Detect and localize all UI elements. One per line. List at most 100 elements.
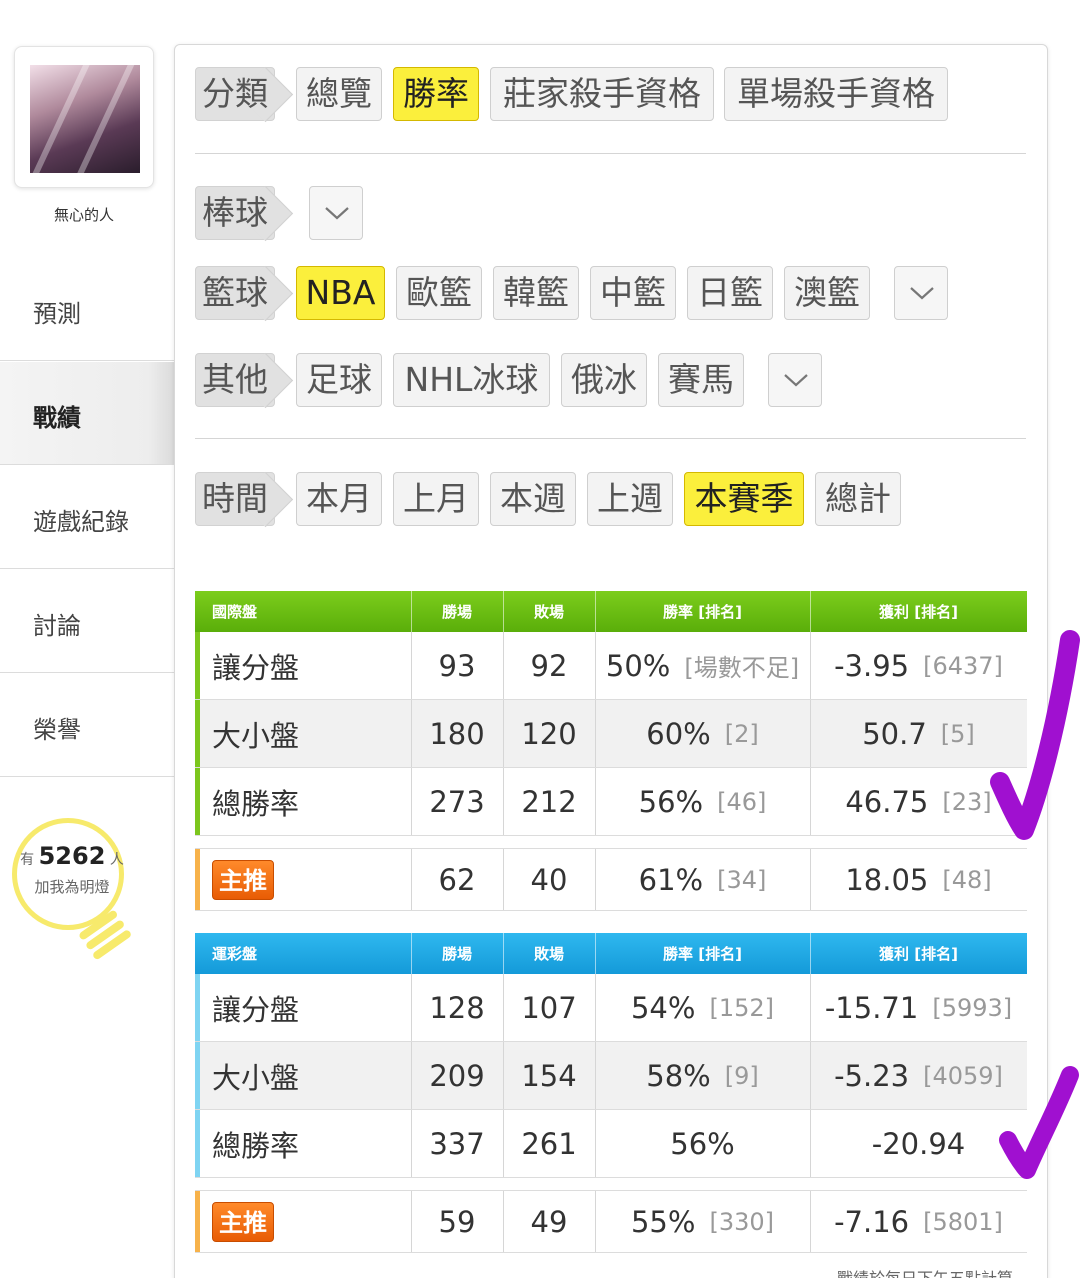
row-label: 讓分盤 — [212, 992, 300, 1027]
profit-value: -7.16 — [834, 1204, 910, 1239]
chip-korea-basketball[interactable]: 韓籃 — [493, 266, 579, 320]
chip-australia-basketball[interactable]: 澳籃 — [784, 266, 870, 320]
table-header: 運彩盤 勝場 敗場 勝率 [排名] 獲利 [排名] — [195, 933, 1027, 974]
light-prefix: 有 — [20, 852, 35, 868]
profit-rank: [23] — [942, 787, 992, 816]
win-rate-value: 56% — [670, 1126, 735, 1161]
nav-item-honor[interactable]: 榮譽 — [0, 674, 175, 777]
profit-cell: 50.7 [5] — [810, 700, 1027, 767]
chip-bookmaker-killer[interactable]: 莊家殺手資格 — [490, 67, 714, 121]
losses-value: 107 — [521, 990, 577, 1025]
chip-this-month[interactable]: 本月 — [296, 472, 382, 526]
profit-value: 50.7 — [862, 716, 927, 751]
win-rate-cell: 54% [152] — [595, 974, 810, 1041]
wins-value: 59 — [438, 1204, 476, 1239]
win-rate-value: 58% — [646, 1058, 711, 1093]
row-label: 大小盤 — [212, 718, 300, 753]
other-dropdown[interactable] — [768, 353, 822, 407]
chip-this-week[interactable]: 本週 — [490, 472, 576, 526]
chip-soccer[interactable]: 足球 — [296, 353, 382, 407]
light-follow-widget[interactable]: 有 5262 人 加我為明燈 — [17, 842, 127, 897]
username[interactable]: 無心的人 — [0, 204, 168, 225]
losses-value: 154 — [521, 1058, 577, 1093]
profit-value: -3.95 — [834, 648, 910, 683]
avatar[interactable] — [30, 65, 140, 173]
wins-value: 273 — [429, 784, 485, 819]
nav-item-label: 戰績 — [33, 404, 81, 432]
divider — [195, 438, 1026, 439]
wins-value: 62 — [438, 862, 476, 897]
profit-rank: [5801] — [923, 1207, 1003, 1236]
chip-euro-basketball[interactable]: 歐籃 — [396, 266, 482, 320]
divider — [195, 153, 1026, 154]
profit-value: -5.23 — [834, 1058, 910, 1093]
baseball-label[interactable]: 棒球 — [195, 186, 275, 240]
nav-item-label: 討論 — [33, 612, 81, 640]
nav-item-game-log[interactable]: 遊戲紀錄 — [0, 466, 175, 569]
win-rate-cell: 58% [9] — [595, 1042, 810, 1109]
featured-row: 主推 62 40 61% [34] 18.05 [48] — [195, 848, 1027, 911]
column-header-win-rate: 勝率 [排名] — [663, 603, 742, 621]
page: 無心的人 預測 戰績 遊戲紀錄 討論 榮譽 有 5262 人 加我為明燈 分類 … — [0, 0, 1080, 1278]
nav-item-record[interactable]: 戰績 — [0, 362, 175, 465]
chevron-down-icon — [784, 374, 808, 387]
table-title: 運彩盤 — [212, 945, 258, 963]
wins-value: 209 — [429, 1058, 485, 1093]
profit-cell: 18.05 [48] — [810, 849, 1027, 910]
basketball-dropdown[interactable] — [894, 266, 948, 320]
column-header-wins: 勝場 — [441, 603, 472, 621]
profit-rank: [5993] — [932, 993, 1013, 1022]
chip-nba[interactable]: NBA — [296, 266, 385, 320]
chip-this-season[interactable]: 本賽季 — [684, 472, 804, 526]
chevron-down-icon — [910, 287, 934, 300]
chip-russian-hockey[interactable]: 俄冰 — [561, 353, 647, 407]
win-rate-rank: [46] — [717, 787, 767, 816]
win-rate-cell: 56% [46] — [595, 768, 810, 835]
win-rate-rank: [152] — [709, 993, 774, 1022]
chip-nhl-hockey[interactable]: NHL冰球 — [393, 353, 550, 407]
table-row: 讓分盤 93 92 50% [場數不足] -3.95 [6437] — [195, 632, 1027, 700]
win-rate-value: 61% — [638, 862, 704, 897]
chevron-down-icon — [325, 207, 349, 220]
chip-last-week[interactable]: 上週 — [587, 472, 673, 526]
nav-item-discussion[interactable]: 討論 — [0, 570, 175, 673]
profit-rank: [6437] — [923, 651, 1003, 680]
profit-cell: -7.16 [5801] — [810, 1191, 1027, 1252]
chip-horse-racing[interactable]: 賽馬 — [658, 353, 744, 407]
other-label[interactable]: 其他 — [195, 353, 275, 407]
chip-japan-basketball[interactable]: 日籃 — [687, 266, 773, 320]
light-unit: 人 — [109, 852, 124, 868]
nav-item-prediction[interactable]: 預測 — [0, 258, 175, 361]
profit-cell: -20.94 — [810, 1110, 1027, 1177]
basketball-label[interactable]: 籃球 — [195, 266, 275, 320]
win-rate-cell: 55% [330] — [595, 1191, 810, 1252]
category-label: 分類 — [195, 67, 275, 121]
featured-badge[interactable]: 主推 — [212, 859, 274, 900]
avatar-frame[interactable] — [14, 46, 154, 188]
profit-value: -20.94 — [871, 1126, 966, 1161]
profit-value: 18.05 — [845, 862, 929, 897]
main-panel: 分類 總覽 勝率 莊家殺手資格 單場殺手資格 棒球 籃球 NBA 歐籃 韓籃 中… — [174, 44, 1048, 1278]
international-stats-table: 國際盤 勝場 敗場 勝率 [排名] 獲利 [排名] 讓分盤 93 92 50% [… — [195, 591, 1027, 911]
win-rate-rank: [34] — [717, 865, 767, 894]
light-count: 5262 — [38, 842, 106, 870]
chip-china-basketball[interactable]: 中籃 — [590, 266, 676, 320]
chip-total[interactable]: 總計 — [815, 472, 901, 526]
baseball-dropdown[interactable] — [309, 186, 363, 240]
chip-overview[interactable]: 總覽 — [296, 67, 382, 121]
chip-single-game-killer[interactable]: 單場殺手資格 — [724, 67, 948, 121]
losses-value: 92 — [530, 648, 568, 683]
win-rate-cell: 50% [場數不足] — [595, 632, 810, 699]
table-row: 大小盤 180 120 60% [2] 50.7 [5] — [195, 700, 1027, 768]
profit-cell: 46.75 [23] — [810, 768, 1027, 835]
profit-cell: -3.95 [6437] — [810, 632, 1027, 699]
featured-badge[interactable]: 主推 — [212, 1201, 274, 1242]
win-rate-value: 55% — [630, 1204, 696, 1239]
profit-rank: [4059] — [923, 1061, 1003, 1090]
row-label: 總勝率 — [212, 1128, 300, 1163]
losses-value: 261 — [521, 1126, 577, 1161]
light-cta[interactable]: 加我為明燈 — [17, 876, 127, 897]
table-row: 總勝率 337 261 56% -20.94 — [195, 1110, 1027, 1178]
chip-last-month[interactable]: 上月 — [393, 472, 479, 526]
chip-win-rate[interactable]: 勝率 — [393, 67, 479, 121]
